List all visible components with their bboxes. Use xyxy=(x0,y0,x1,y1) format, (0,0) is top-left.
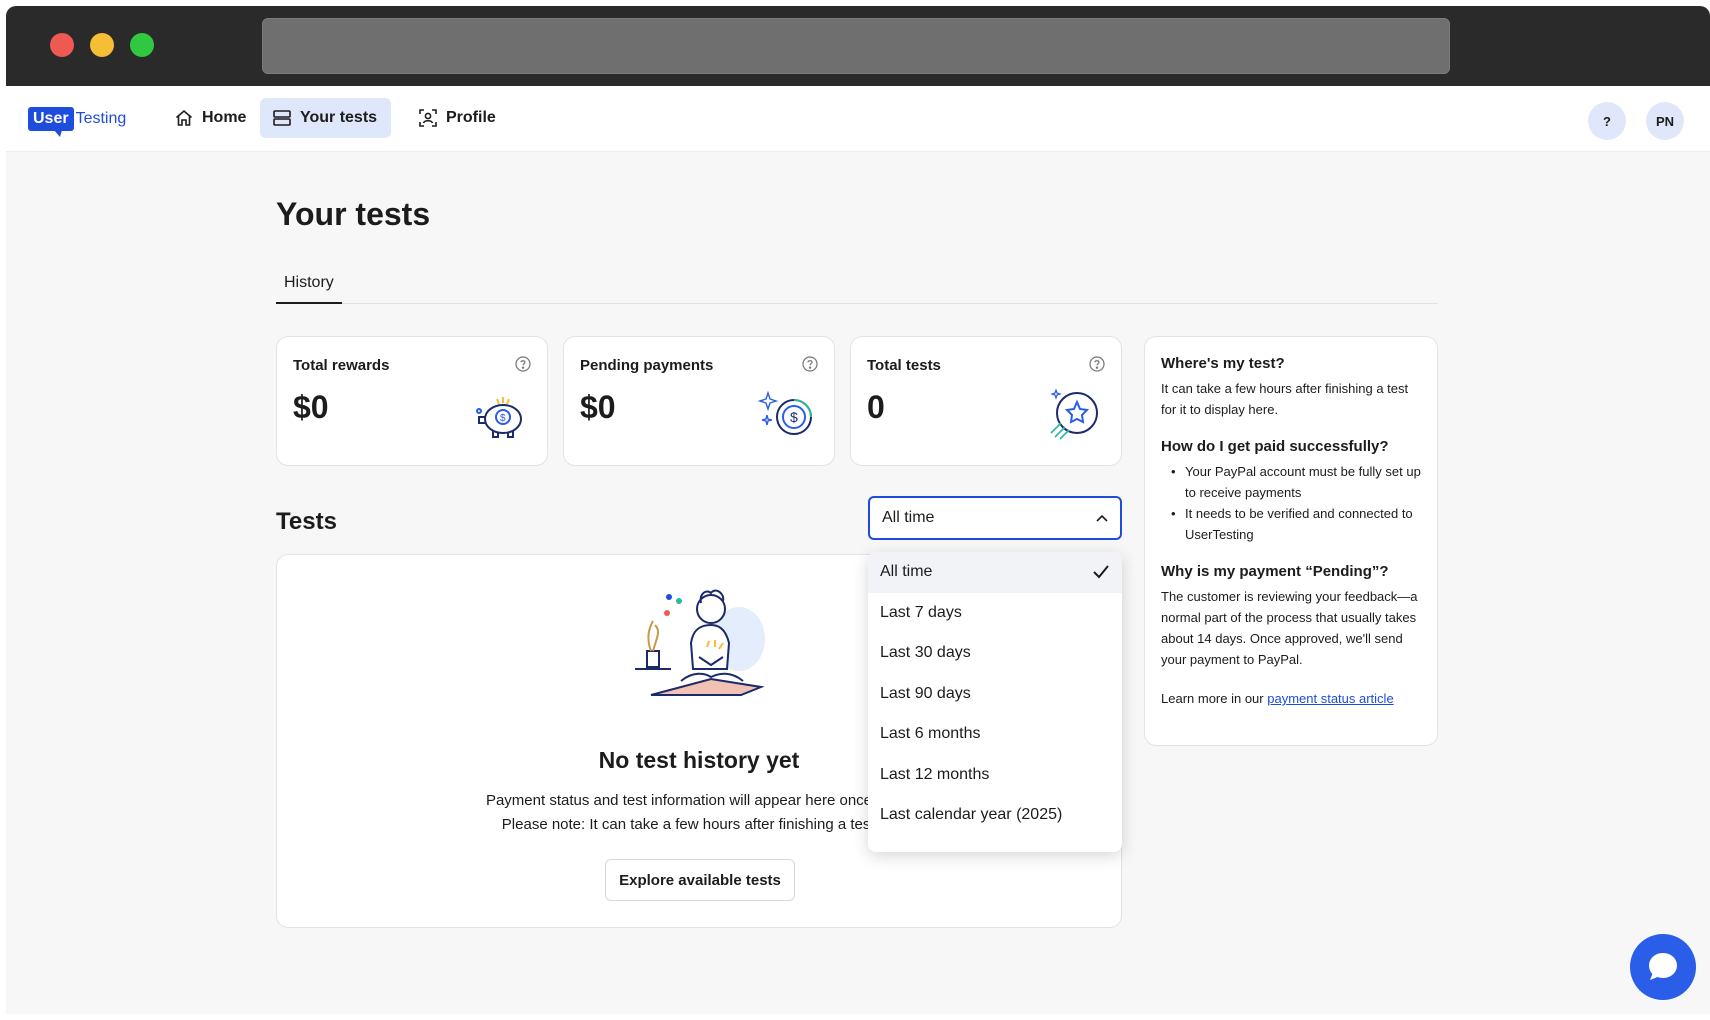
option-label: Last 30 days xyxy=(880,644,971,662)
svg-text:$: $ xyxy=(790,409,798,425)
maximize-window-button[interactable] xyxy=(130,33,154,57)
faq-answer: The customer is reviewing your feedback—… xyxy=(1161,589,1418,667)
time-filter-option-last-6-months[interactable]: Last 6 months xyxy=(868,714,1122,755)
nav-home-label: Home xyxy=(202,109,247,126)
nav-profile[interactable]: Profile xyxy=(406,98,510,138)
time-filter-option-all-time[interactable]: All time xyxy=(868,552,1122,593)
faq-question: Where's my test? xyxy=(1161,355,1285,372)
faq-answer: It can take a few hours after finishing … xyxy=(1161,381,1409,417)
nav-your-tests-label: Your tests xyxy=(300,109,378,126)
time-filter-option-last-30-days[interactable]: Last 30 days xyxy=(868,633,1122,674)
option-label: Last 7 days xyxy=(880,603,962,621)
stat-label: Total rewards xyxy=(293,357,390,374)
chevron-up-icon xyxy=(1096,514,1108,522)
stat-card-total-tests: Total tests 0 xyxy=(850,336,1122,466)
option-label: All time xyxy=(880,563,933,581)
faq-bullet: Your PayPal account must be fully set up… xyxy=(1161,461,1421,503)
learn-more-text: Learn more in our payment status article xyxy=(1161,688,1421,709)
payment-status-article-link[interactable]: payment status article xyxy=(1267,691,1393,706)
page-title: Your tests xyxy=(276,196,431,232)
checkmark-icon xyxy=(1093,565,1109,579)
address-bar[interactable] xyxy=(262,18,1450,74)
home-icon xyxy=(175,109,193,126)
chat-support-button[interactable] xyxy=(1630,934,1696,1000)
help-info-card: Where's my test? It can take a few hours… xyxy=(1144,336,1438,746)
tests-heading: Tests xyxy=(276,508,337,535)
faq-bullet-list: Your PayPal account must be fully set up… xyxy=(1161,461,1421,545)
question-circle-icon[interactable] xyxy=(515,356,531,372)
profile-scan-icon xyxy=(419,109,437,127)
usertesting-logo[interactable]: User Testing xyxy=(28,104,127,137)
browser-window: User Testing Home Your tests Profile ? P… xyxy=(6,6,1710,1014)
stat-value: $0 xyxy=(293,389,329,425)
option-label: Last 90 days xyxy=(880,684,971,702)
logo-testing-text: Testing xyxy=(75,110,127,127)
option-label: Last 6 months xyxy=(880,725,981,743)
close-window-button[interactable] xyxy=(50,33,74,57)
help-button[interactable]: ? xyxy=(1588,102,1626,140)
logo-user-text: User xyxy=(28,107,74,137)
star-badge-icon xyxy=(1050,389,1098,440)
faq-bullet: It needs to be verified and connected to… xyxy=(1161,503,1421,545)
time-filter-select[interactable]: All time xyxy=(868,496,1122,540)
stat-card-total-rewards: Total rewards $0 $ xyxy=(276,336,548,466)
stat-card-pending-payments: Pending payments $0 $ xyxy=(563,336,835,466)
explore-available-tests-button[interactable]: Explore available tests xyxy=(605,859,795,901)
stat-label: Total tests xyxy=(867,357,941,374)
nav-profile-label: Profile xyxy=(446,109,496,126)
time-filter-option-last-12-months[interactable]: Last 12 months xyxy=(868,755,1122,796)
option-label: Last 12 months xyxy=(880,765,990,783)
stat-label: Pending payments xyxy=(580,357,714,374)
meditating-person-illustration xyxy=(635,589,765,696)
piggy-bank-icon: $ xyxy=(476,397,522,438)
time-filter-option-last-90-days[interactable]: Last 90 days xyxy=(868,674,1122,715)
time-filter-dropdown: All time Last 7 days Last 30 days Last 9… xyxy=(868,552,1122,852)
stat-value: 0 xyxy=(867,389,885,425)
svg-text:$: $ xyxy=(500,413,506,424)
coin-sparkle-icon: $ xyxy=(758,390,812,435)
time-filter-option-last-7-days[interactable]: Last 7 days xyxy=(868,593,1122,634)
tab-bar: History xyxy=(276,264,1438,304)
title-bar xyxy=(6,6,1710,86)
tests-list-icon xyxy=(273,110,291,126)
chat-bubble-icon xyxy=(1649,953,1677,980)
tab-history[interactable]: History xyxy=(276,264,342,304)
nav-your-tests[interactable]: Your tests xyxy=(260,98,392,138)
faq-question: How do I get paid successfully? xyxy=(1161,438,1389,455)
stat-value: $0 xyxy=(580,389,616,425)
user-avatar[interactable]: PN xyxy=(1646,102,1684,140)
option-label: Last calendar year (2025) xyxy=(880,806,1063,824)
time-filter-value: All time xyxy=(882,509,935,526)
nav-home[interactable]: Home xyxy=(162,98,260,138)
top-navigation: User Testing Home Your tests Profile ? P… xyxy=(6,86,1710,152)
question-circle-icon[interactable] xyxy=(1089,356,1105,372)
minimize-window-button[interactable] xyxy=(90,33,114,57)
question-circle-icon[interactable] xyxy=(802,356,818,372)
faq-question: Why is my payment “Pending”? xyxy=(1161,563,1389,580)
time-filter-option-last-calendar-year[interactable]: Last calendar year (2025) xyxy=(868,795,1122,836)
learn-more-prefix: Learn more in our xyxy=(1161,691,1268,706)
